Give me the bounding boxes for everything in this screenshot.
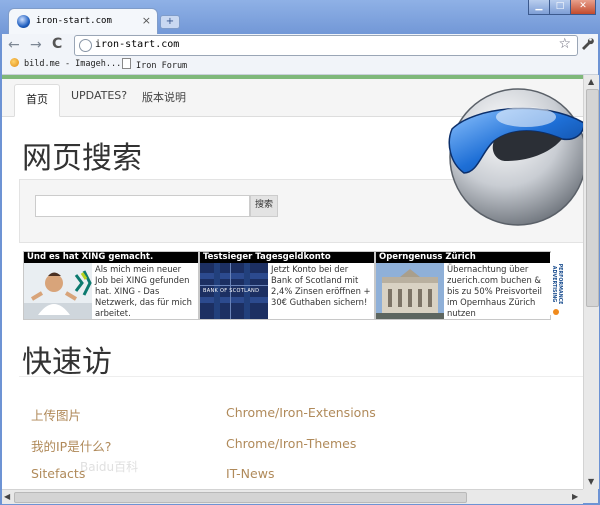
page-icon — [79, 39, 92, 52]
bookmark-label: Iron Forum — [136, 61, 188, 71]
maximize-button[interactable]: □ — [549, 0, 571, 15]
vertical-scrollbar[interactable]: ▲ ▼ — [583, 75, 599, 489]
ad-image-caption: BANK OF SCOTLAND — [203, 288, 260, 294]
divider — [19, 376, 583, 377]
scrollbar-corner — [583, 489, 598, 503]
nav-tab-release-notes[interactable]: 版本说明 — [142, 89, 186, 105]
nav-tab-home[interactable]: 首页 — [14, 84, 60, 117]
scroll-left-arrow-icon[interactable]: ◀ — [4, 492, 10, 501]
browser-tab[interactable]: iron-start.com × — [8, 8, 158, 35]
search-input[interactable] — [35, 195, 250, 217]
vertical-scroll-thumb[interactable] — [586, 89, 599, 307]
ad-zurich[interactable]: Operngenuss Zürich Übernachtung über zue… — [375, 251, 551, 320]
minimize-button[interactable]: ▁ — [528, 0, 550, 15]
close-window-button[interactable]: ✕ — [570, 0, 596, 15]
iron-favicon-icon — [17, 15, 30, 28]
bookmark-bild-me[interactable]: bild.me - Imageh... — [10, 58, 121, 69]
address-bar[interactable]: iron-start.com ☆ — [74, 35, 578, 56]
wrench-menu-icon[interactable] — [580, 36, 594, 54]
ad-text: Als mich mein neuer Job bei XING gefunde… — [95, 264, 192, 318]
search-heading: 网页搜索 — [22, 141, 142, 176]
browser-window: iron-start.com × + ▁ □ ✕ ← → C iron-star… — [0, 0, 600, 505]
link-chrome-iron-extensions[interactable]: Chrome/Iron-Extensions — [226, 405, 376, 420]
ad-title: Operngenuss Zürich — [376, 252, 550, 263]
iron-logo-icon — [448, 88, 583, 226]
bookmarks-bar: bild.me - Imageh... Iron Forum — [2, 56, 598, 75]
bookmark-label: bild.me - Imageh... — [24, 59, 122, 69]
nav-tab-updates[interactable]: UPDATES? — [71, 89, 127, 102]
bild-me-favicon-icon — [10, 58, 19, 67]
url-text[interactable]: iron-start.com — [95, 39, 179, 50]
page-icon — [122, 58, 131, 69]
scroll-up-arrow-icon[interactable]: ▲ — [588, 77, 594, 86]
ad-title: Und es hat XING gemacht. — [24, 252, 198, 263]
ad-xing[interactable]: Und es hat XING gemacht. Als mich mein n… — [23, 251, 199, 320]
reload-icon[interactable]: C — [52, 36, 62, 52]
scroll-down-arrow-icon[interactable]: ▼ — [588, 477, 594, 486]
link-it-news[interactable]: IT-News — [226, 466, 274, 481]
bookmark-star-icon[interactable]: ☆ — [558, 36, 571, 52]
performance-advertising-badge[interactable]: PERFORMANCE ADVERTISING — [550, 253, 562, 315]
link-upload-images[interactable]: 上传图片 — [31, 405, 81, 424]
ad-title: Testsieger Tagesgeldkonto — [200, 252, 374, 263]
search-button[interactable]: 搜索 — [250, 195, 278, 217]
browser-toolbar: ← → C iron-start.com ☆ — [2, 34, 598, 56]
tab-title: iron-start.com — [36, 16, 112, 26]
tab-close-icon[interactable]: × — [142, 14, 151, 27]
ad-text: Jetzt Konto bei der Bank of Scotland mit… — [271, 264, 371, 307]
watermark: Baidu百科 — [80, 460, 139, 474]
ad-text: Übernachtung über zuerich.com buchen & b… — [447, 264, 542, 318]
forward-arrow-icon[interactable]: → — [30, 37, 42, 53]
link-what-is-my-ip[interactable]: 我的IP是什么? — [31, 436, 111, 455]
new-tab-button[interactable]: + — [160, 15, 180, 29]
scroll-right-arrow-icon[interactable]: ▶ — [572, 492, 578, 501]
back-arrow-icon[interactable]: ← — [8, 37, 20, 53]
link-chrome-iron-themes[interactable]: Chrome/Iron-Themes — [226, 436, 356, 451]
horizontal-scrollbar[interactable]: ◀ ▶ — [2, 489, 583, 504]
ad-opera-house-photo — [376, 263, 444, 319]
quick-access-heading: 快速访 — [22, 345, 112, 380]
horizontal-scroll-thumb[interactable] — [14, 492, 467, 503]
ad-bank-of-scotland[interactable]: Testsieger Tagesgeldkonto BANK OF SCOTLA… — [199, 251, 375, 320]
link-sitefacts[interactable]: Sitefacts — [31, 466, 85, 481]
bookmark-iron-forum[interactable]: Iron Forum — [122, 58, 187, 71]
web-page: 首页 UPDATES? 版本说明 网页搜索 搜索 Und es hat XING… — [2, 75, 583, 489]
ad-xing-photo — [24, 263, 92, 319]
ad-badge-text: PERFORMANCE ADVERTISING — [551, 263, 562, 305]
